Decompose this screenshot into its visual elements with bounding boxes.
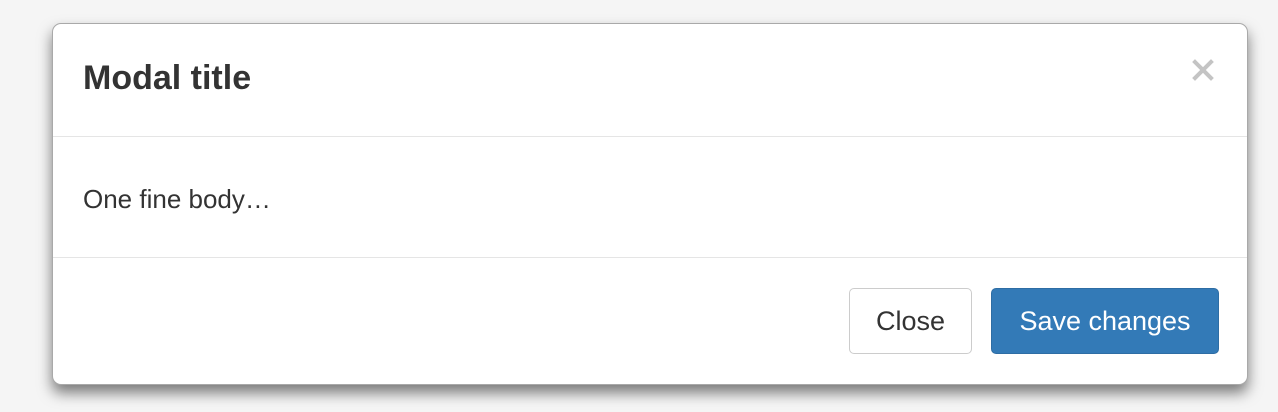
modal-body: One fine body…	[53, 136, 1247, 258]
close-icon[interactable]	[1191, 58, 1215, 82]
modal-title: Modal title	[83, 59, 252, 97]
save-changes-button[interactable]: Save changes	[991, 288, 1219, 354]
close-button[interactable]: Close	[849, 288, 972, 354]
modal-dialog: Modal title One fine body… Close Save ch…	[52, 23, 1248, 385]
modal-footer: Close Save changes	[53, 258, 1247, 384]
modal-header: Modal title	[53, 24, 1247, 137]
modal-body-text: One fine body…	[83, 184, 271, 214]
